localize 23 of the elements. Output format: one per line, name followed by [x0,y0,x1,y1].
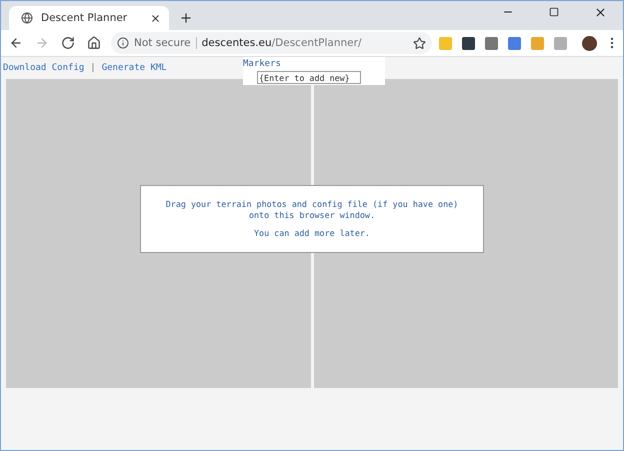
toolbar-link[interactable]: Download Config [3,63,84,73]
close-icon [594,6,606,18]
drop-message: You can add more later. [254,228,370,239]
new-tab-icon[interactable] [179,11,193,25]
markers-title: Markers [243,59,282,69]
tab-title: Descent Planner [41,12,128,24]
address-bar[interactable]: Not secure descentes.eu/DescentPlanner/ [111,32,432,54]
marker-input[interactable]: {Enter to add new} [257,71,361,84]
browser-tab[interactable]: Descent Planner [9,6,169,30]
reload-icon [61,36,75,50]
maximize-icon [549,7,559,17]
drop-message: Drag your terrain photos and config file (if you have one) onto this browser window. [166,199,458,220]
security-label: Not secure [134,37,197,49]
home-icon [87,36,101,50]
toolbar-link[interactable]: Generate KML [102,63,167,73]
star-icon[interactable] [413,36,426,50]
link-separator: | [90,63,96,73]
right-arrow-icon [35,36,49,50]
url-text: descentes.eu/DescentPlanner/ [202,37,362,49]
info-icon [117,37,129,49]
globe-icon [21,12,33,24]
avatar-icon[interactable] [582,36,597,50]
close-icon[interactable] [150,12,161,24]
